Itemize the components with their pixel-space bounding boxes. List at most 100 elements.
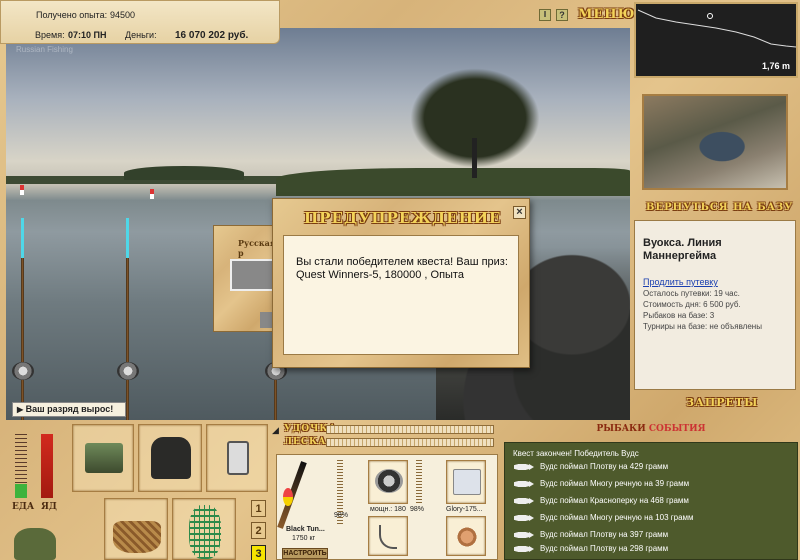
float-icon: [283, 488, 293, 506]
status-bar: Получено опыта: 94500 Время: 07:10 ПН Де…: [0, 0, 280, 44]
rank-up-text: Ваш разряд вырос!: [25, 404, 114, 414]
food-label: ЕДА: [12, 502, 35, 512]
slot-3-button[interactable]: 3: [251, 545, 266, 560]
float-1: [20, 185, 24, 195]
bottom-panel: ЕДА ЯД 1 2 3 ◢ УДОЧКА ЛЕСКА 98% Black Tu…: [0, 420, 800, 560]
location-name: Вуокса. Линия Маннергейма: [643, 237, 722, 262]
phone-slot[interactable]: [206, 424, 268, 492]
event-text: Вудс поймал Многу речную на 103 грамм: [540, 513, 694, 522]
depth-value: 1,76 m: [761, 61, 790, 71]
event-row: Вудс поймал Плотву на 429 грамм: [512, 462, 794, 478]
fishing-rod-1[interactable]: [21, 218, 24, 420]
exp-label: Получено опыта:: [36, 10, 108, 20]
bans-button[interactable]: ЗАПРЕТЫ: [686, 396, 758, 409]
poison-label: ЯД: [41, 502, 57, 512]
menu-button[interactable]: МЕНЮ: [578, 7, 635, 22]
setup-button[interactable]: НАСТРОИТЬ: [282, 548, 328, 559]
rod-gear-slot[interactable]: [277, 458, 333, 529]
events-list-header: Квест закончен! Победитель Вудс: [513, 449, 639, 458]
rod-tension-bar: [326, 425, 494, 434]
basket-slot[interactable]: [104, 498, 168, 560]
close-icon: ×: [516, 206, 523, 218]
reel-1[interactable]: [12, 362, 34, 380]
money-label: Деньги:: [125, 30, 157, 40]
dialog-message-box: Вы стали победителем квеста! Ваш приз: Q…: [283, 235, 519, 355]
line-spool-icon: [453, 469, 481, 495]
reel-gear-slot[interactable]: [368, 460, 408, 504]
exp-value: 94500: [110, 10, 136, 20]
info-fishers: Рыбаков на базе: 3: [643, 311, 715, 320]
fish-icon: [514, 530, 534, 539]
events-header: РЫБАКИ СОБЫТИЯ: [504, 424, 798, 438]
keepnet-slot[interactable]: [172, 498, 236, 560]
reel-percent: 98%: [410, 506, 425, 513]
poison-meter: [41, 434, 53, 498]
fish-icon: [514, 496, 534, 505]
slot-1-button[interactable]: 1: [251, 500, 266, 517]
info-tournaments: Турниры на базе: не объявлены: [643, 322, 762, 331]
phone-icon: [227, 441, 249, 475]
float-2: [150, 189, 154, 199]
keepnet-icon: [189, 505, 221, 559]
bait-gear-slot[interactable]: [446, 516, 486, 556]
reel-icon: [375, 469, 403, 493]
time-value: 07:10 ПН: [68, 30, 107, 40]
dialog-title: ПРЕДУПРЕЖДЕНИЕ: [304, 209, 502, 227]
hook-icon: [379, 525, 397, 549]
help-button[interactable]: ?: [556, 9, 568, 21]
food-meter: [15, 484, 27, 498]
backpack-icon: [151, 437, 191, 479]
tackle-box-icon: [85, 443, 123, 473]
line-gear-slot[interactable]: [446, 460, 486, 504]
rank-up-notice: ▶ Ваш разряд вырос!: [12, 402, 126, 417]
pause-button[interactable]: ǁ: [539, 9, 551, 21]
line-name: Glory-175...: [446, 506, 483, 513]
arrow-right-icon: ▶: [17, 405, 24, 414]
return-to-base-button[interactable]: ВЕРНУТЬСЯ НА БАЗУ: [646, 202, 793, 213]
event-row: Вудс поймал Многу речную на 39 грамм: [512, 479, 794, 495]
backpack-slot[interactable]: [138, 424, 202, 492]
time-label: Время:: [35, 30, 65, 40]
fish-icon: [514, 479, 534, 488]
reel-2[interactable]: [117, 362, 139, 380]
pause-icon: ǁ: [543, 10, 547, 19]
help-icon: ?: [559, 10, 565, 20]
event-row: Вудс поймал Красноперку на 468 грамм: [512, 496, 794, 512]
float-position-marker: [707, 13, 713, 19]
reel-durability-meter: [416, 460, 422, 504]
extend-pass-link[interactable]: Продлить путевку: [643, 277, 789, 287]
pointer-icon: ◢: [272, 425, 279, 435]
fish-icon: [514, 544, 534, 553]
event-text: Вудс поймал Красноперку на 468 грамм: [540, 496, 689, 505]
bait-bag-icon[interactable]: [14, 528, 56, 560]
warning-dialog: ПРЕДУПРЕЖДЕНИЕ × Вы стали победителем кв…: [272, 198, 530, 368]
event-row: Вудс поймал Плотву на 298 грамм: [512, 544, 794, 560]
reel-name: мощн.: 180: [370, 506, 406, 513]
fishing-rod-2[interactable]: [126, 218, 129, 420]
location-info-box: Вуокса. Линия Маннергейма Продлить путев…: [634, 220, 796, 390]
rod-weight: 1750 кг: [292, 535, 316, 542]
close-button[interactable]: ×: [513, 206, 526, 219]
tackle-box-slot[interactable]: [72, 424, 134, 492]
bait-icon: [455, 527, 479, 547]
event-row: Вудс поймал Многу речную на 103 грамм: [512, 513, 794, 529]
dialog-message: Вы стали победителем квеста! Ваш приз: Q…: [296, 256, 508, 281]
basket-icon: [113, 521, 161, 553]
fish-icon: [514, 462, 534, 471]
side-panel: ВЕРНУТЬСЯ НА БАЗУ Вуокса. Линия Маннерге…: [630, 80, 800, 420]
watermark: Russian Fishing: [16, 45, 73, 54]
line-tension-bar: [326, 438, 494, 447]
event-text: Вудс поймал Плотву на 298 грамм: [540, 544, 669, 553]
fish-icon: [514, 513, 534, 522]
events-tab-fishers[interactable]: РЫБАКИ: [596, 424, 645, 434]
rod-name: Black Tun...: [286, 526, 325, 533]
hook-gear-slot[interactable]: [368, 516, 408, 556]
island: [124, 166, 244, 180]
info-day-cost: Стоимость дня: 6 500 руб.: [643, 300, 741, 309]
slot-2-button[interactable]: 2: [251, 522, 266, 539]
depth-map: 1,76 m: [634, 2, 798, 78]
event-text: Вудс поймал Плотву на 429 грамм: [540, 462, 669, 471]
line-label: ЛЕСКА: [284, 437, 327, 447]
events-tab-events[interactable]: СОБЫТИЯ: [649, 424, 706, 434]
location-map[interactable]: [642, 94, 788, 190]
